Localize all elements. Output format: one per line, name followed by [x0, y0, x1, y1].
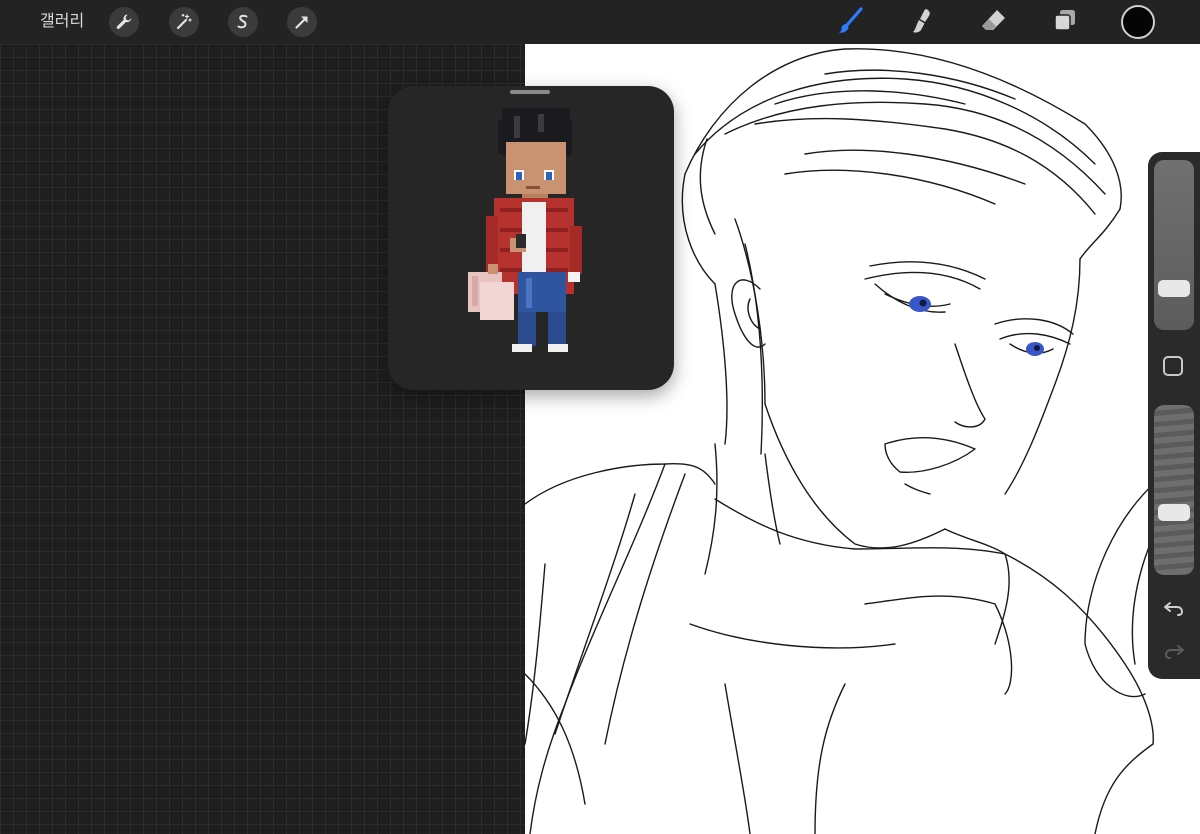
reference-window[interactable] [388, 86, 674, 390]
layers-icon [1054, 10, 1075, 31]
brush-sidebar [1148, 152, 1200, 679]
undo-button[interactable] [1160, 594, 1188, 622]
eraser-tool[interactable] [977, 4, 1011, 38]
arrow-cursor-icon [295, 16, 308, 29]
gallery-button[interactable]: 갤러리 [40, 10, 84, 32]
top-toolbar: 갤러리 [0, 0, 1200, 44]
eraser-icon [982, 10, 1005, 30]
pixel-art-character-image [468, 108, 582, 352]
opacity-slider[interactable] [1154, 405, 1194, 575]
redo-icon [1164, 645, 1184, 659]
undo-icon [1164, 602, 1184, 616]
redo-button[interactable] [1160, 637, 1188, 665]
magic-wand-icon [176, 13, 192, 30]
brush-icon [839, 7, 863, 33]
wrench-icon [116, 14, 132, 29]
brush-size-slider[interactable] [1154, 160, 1194, 330]
brush-tool[interactable] [834, 4, 868, 38]
color-picker-button[interactable] [1121, 5, 1155, 39]
opacity-thumb[interactable] [1158, 504, 1190, 521]
actions-button[interactable] [109, 7, 139, 37]
transform-button[interactable] [287, 7, 317, 37]
modify-button[interactable] [1163, 356, 1183, 376]
adjustments-button[interactable] [169, 7, 199, 37]
selection-s-icon [237, 14, 248, 29]
reference-drag-handle[interactable] [510, 90, 550, 94]
brush-size-thumb[interactable] [1158, 280, 1190, 297]
selection-button[interactable] [228, 7, 258, 37]
smudge-icon [913, 9, 930, 33]
procreate-app: 갤러리 [0, 0, 1200, 834]
layers-button[interactable] [1048, 4, 1082, 38]
smudge-tool[interactable] [905, 4, 939, 38]
